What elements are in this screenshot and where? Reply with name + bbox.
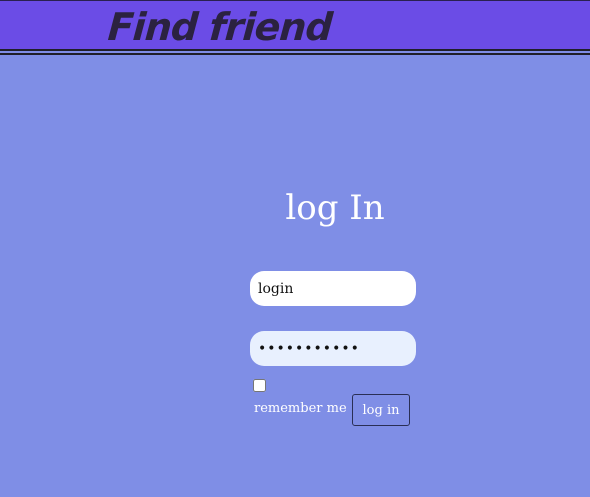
- remember-me-label: remember me: [254, 401, 347, 416]
- brand-logo: Find friend: [106, 5, 334, 49]
- login-button[interactable]: log in: [352, 394, 410, 426]
- page-title: log In: [285, 188, 385, 228]
- top-header: Find friend: [0, 0, 590, 51]
- login-input[interactable]: [250, 271, 416, 306]
- remember-me-checkbox[interactable]: [253, 379, 266, 392]
- header-divider: [0, 53, 590, 55]
- password-input[interactable]: [250, 331, 416, 366]
